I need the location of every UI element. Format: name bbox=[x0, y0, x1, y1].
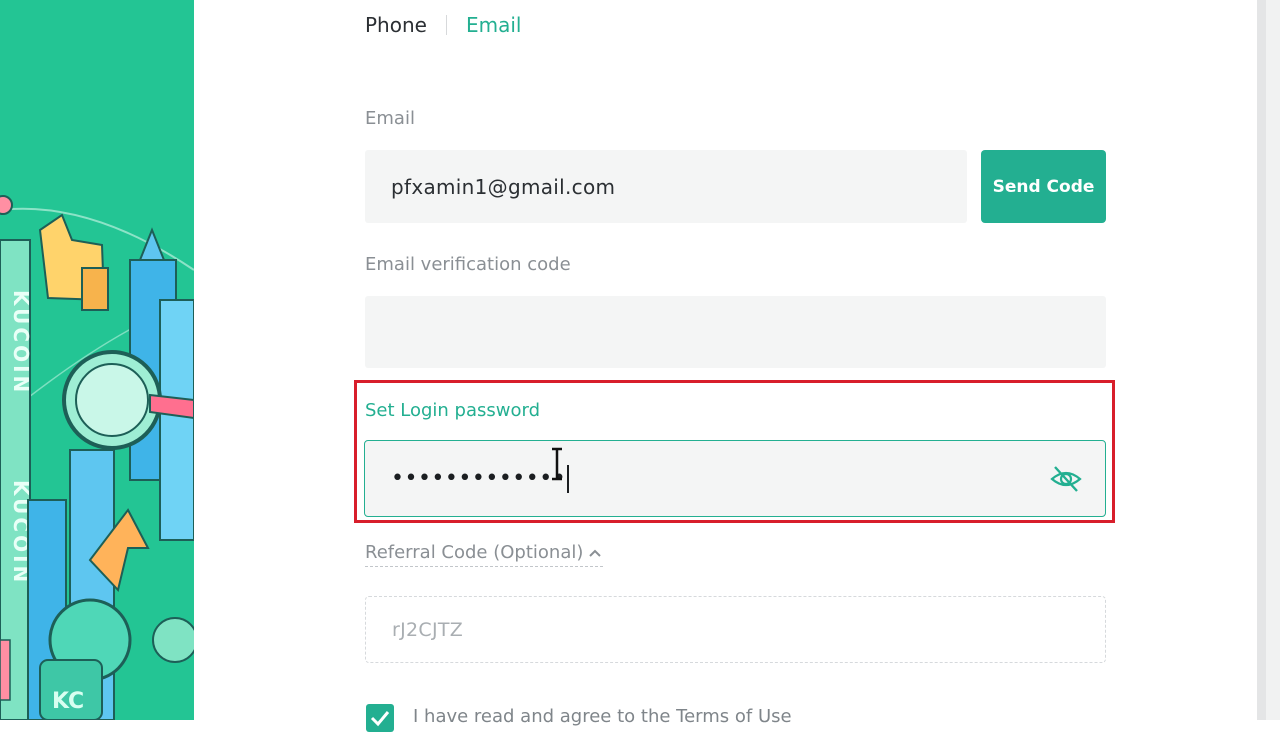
city-illustration: KUCOIN KUCOIN KC bbox=[0, 195, 194, 720]
referral-code-label: Referral Code (Optional) bbox=[365, 542, 584, 563]
robot-badge: KC bbox=[52, 689, 84, 714]
tab-phone[interactable]: Phone bbox=[365, 13, 427, 37]
email-field[interactable]: pfxamin1@gmail.com bbox=[365, 150, 967, 223]
email-label: Email bbox=[365, 108, 415, 129]
scrollbar-gutter bbox=[1266, 0, 1280, 720]
tab-email[interactable]: Email bbox=[466, 13, 522, 37]
tab-separator bbox=[445, 15, 447, 35]
verification-code-label: Email verification code bbox=[365, 254, 571, 275]
checkmark-icon bbox=[370, 711, 390, 727]
referral-code-toggle[interactable]: Referral Code (Optional) bbox=[365, 542, 604, 567]
terms-checkbox[interactable] bbox=[366, 704, 394, 732]
verification-code-field[interactable] bbox=[365, 296, 1106, 368]
password-field[interactable]: ••••••••••••• bbox=[364, 440, 1106, 517]
chevron-up-icon bbox=[589, 549, 602, 557]
password-dots: ••••••••••••• bbox=[391, 466, 567, 491]
send-code-button[interactable]: Send Code bbox=[981, 150, 1106, 223]
password-label: Set Login password bbox=[365, 400, 541, 421]
text-cursor-icon bbox=[552, 447, 562, 481]
text-caret bbox=[567, 464, 570, 493]
terms-text: I have read and agree to the Terms of Us… bbox=[413, 706, 792, 727]
email-value: pfxamin1@gmail.com bbox=[391, 174, 616, 199]
tower-text-1: KUCOIN bbox=[9, 290, 33, 395]
referral-code-field[interactable]: rJ2CJTZ bbox=[365, 596, 1106, 663]
password-masked-value: ••••••••••••• bbox=[391, 441, 570, 516]
kucoin-illustration-panel: KUCOIN KUCOIN KC bbox=[0, 0, 194, 720]
signup-method-tabs: Phone Email bbox=[365, 10, 521, 40]
referral-code-value: rJ2CJTZ bbox=[392, 618, 464, 641]
eye-off-icon[interactable] bbox=[1049, 463, 1083, 495]
